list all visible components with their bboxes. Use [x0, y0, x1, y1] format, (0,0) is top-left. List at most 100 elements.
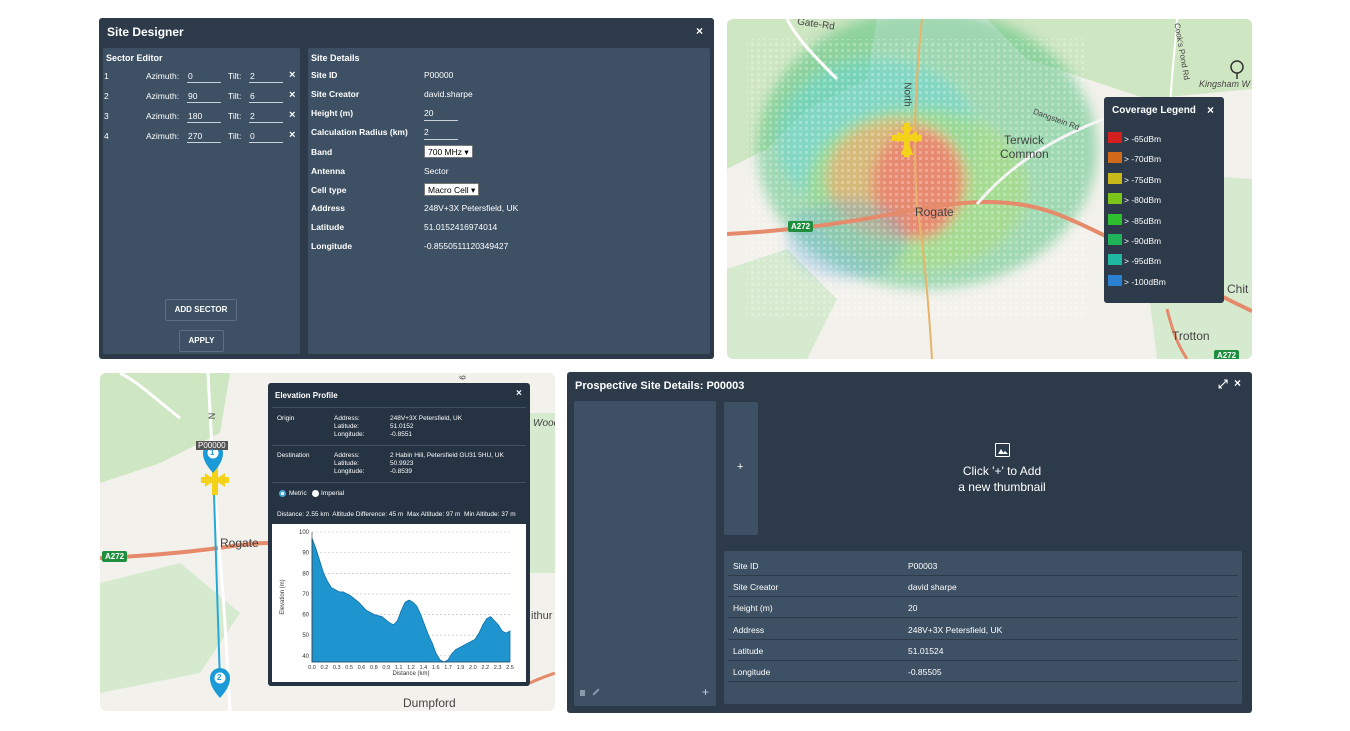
site-detail-value: -0.8550511120349427 [424, 241, 509, 251]
site-designer-close-button[interactable]: × [696, 24, 703, 38]
x-tick-label: 2.5 [506, 665, 514, 671]
x-tick-label: 0.9 [382, 665, 390, 671]
prospective-detail-row: Latitude 51.01524 [728, 640, 1238, 661]
site-detail-key: Site ID [311, 70, 338, 80]
legend-label: > -100dBm [1124, 276, 1166, 287]
select-value: 700 MHz [428, 147, 463, 157]
site-detail-key: Calculation Radius (km) [311, 127, 408, 137]
map-label-north: North [901, 82, 913, 107]
legend-swatch [1108, 193, 1122, 205]
map-label-rogate: Rogate [220, 536, 259, 550]
empty-thumbnail-subtitle: a new thumbnail [958, 480, 1046, 494]
imperial-radio[interactable] [312, 490, 319, 497]
add-thumbnail-plus: + [737, 461, 744, 473]
site-detail-row: Calculation Radius (km) 2 [311, 124, 706, 142]
site-detail-key: Latitude [311, 222, 345, 232]
x-tick-label: 0.8 [370, 665, 378, 671]
metric-label: Metric [289, 490, 307, 497]
site-detail-key: Longitude [311, 241, 353, 251]
tilt-input[interactable]: 0 [249, 129, 283, 143]
pencil-icon[interactable] [592, 688, 600, 696]
add-thumbnail-button[interactable]: + [724, 402, 758, 535]
legend-label: > -85dBm [1124, 215, 1162, 226]
prospective-close-button[interactable]: × [1234, 376, 1241, 390]
legend-label: > -75dBm [1124, 174, 1162, 185]
sector-number: 4 [104, 131, 109, 141]
destination-lat: 50.9923 [390, 460, 414, 467]
site-detail-input[interactable]: 2 [424, 124, 458, 140]
azimuth-input[interactable]: 0 [187, 69, 221, 83]
site-detail-row: Cell type Macro Cell ▾ [311, 182, 706, 200]
thumbnail-list-add-button[interactable]: + [702, 685, 709, 699]
road-badge-a272: A272 [102, 551, 128, 562]
legend-swatch [1108, 254, 1122, 266]
legend-label: > -90dBm [1124, 236, 1162, 246]
expand-icon[interactable]: ⤢ [1218, 377, 1228, 392]
x-tick-label: 1.6 [432, 665, 440, 671]
origin-label: Origin [277, 415, 295, 422]
site-detail-input[interactable]: 20 [424, 105, 458, 121]
remove-sector-button[interactable]: × [289, 89, 295, 101]
tilt-input[interactable]: 2 [249, 69, 283, 83]
prospective-detail-row: Address 248V+3X Petersfield, UK [728, 619, 1238, 640]
cell-type-select[interactable]: Macro Cell ▾ [424, 183, 480, 196]
elevation-close-button[interactable]: × [516, 388, 522, 399]
metric-radio[interactable] [279, 490, 286, 497]
x-tick-label: 0.0 [308, 665, 316, 671]
x-tick-label: 0.3 [333, 665, 341, 671]
map-label-ithur: ithur [531, 610, 553, 622]
band-select[interactable]: 700 MHz ▾ [424, 145, 473, 158]
origin-lat: 51.0152 [390, 423, 414, 430]
azimuth-input[interactable]: 90 [187, 89, 221, 103]
azimuth-label: Azimuth: [146, 91, 180, 101]
add-sector-button[interactable]: ADD SECTOR [165, 299, 237, 321]
map-label-kingsham: Kingsham W [1199, 79, 1251, 89]
sector-editor-panel: Sector Editor 1 Azimuth: 0 Tilt: 2 × 2 Azimuth:… [103, 48, 300, 354]
y-tick-label: 40 [302, 654, 309, 660]
sector-row: 3 Azimuth: 180 Tilt: 2 × [103, 107, 300, 127]
azimuth-input[interactable]: 270 [187, 129, 221, 143]
remove-sector-button[interactable]: × [289, 129, 295, 141]
site-designer-title: Site Designer [107, 25, 184, 39]
remove-sector-button[interactable]: × [289, 109, 295, 121]
destination-lat-key: Latitude: [334, 460, 359, 467]
apply-button[interactable]: APPLY [179, 330, 224, 352]
tilt-input[interactable]: 6 [249, 89, 283, 103]
prospective-detail-key: Site Creator [733, 582, 779, 593]
site-detail-key: Site Creator [311, 89, 360, 99]
azimuth-label: Azimuth: [146, 111, 180, 121]
site-detail-key: Height (m) [311, 108, 354, 118]
x-tick-label: 1.9 [457, 665, 465, 671]
y-tick-label: 50 [302, 633, 309, 639]
road-badge-a272-2: A272 [1214, 350, 1240, 359]
prospective-detail-key: Address [733, 624, 765, 635]
prospective-detail-key: Latitude [733, 645, 764, 656]
site-detail-key: Band [311, 147, 333, 157]
destination-lon: -0.8539 [390, 468, 413, 475]
coverage-legend-title: Coverage Legend [1112, 105, 1196, 116]
remove-sector-button[interactable]: × [289, 69, 295, 81]
origin-address: 248V+3X Petersfield, UK [390, 415, 463, 422]
site-antenna-icon[interactable] [201, 467, 229, 495]
prospective-detail-row: Longitude -0.85505 [728, 661, 1238, 682]
y-tick-label: 100 [299, 530, 310, 536]
sector-row: 2 Azimuth: 90 Tilt: 6 × [103, 87, 300, 107]
sector-number: 1 [104, 71, 109, 81]
sector-row: 4 Azimuth: 270 Tilt: 0 × [103, 127, 300, 147]
y-tick-label: 90 [302, 551, 309, 557]
tilt-input[interactable]: 2 [249, 109, 283, 123]
prospective-detail-value: david sharpe [908, 582, 957, 593]
select-value: Macro Cell [428, 185, 469, 195]
site-detail-value: P00000 [424, 70, 454, 80]
y-axis-label: Elevation (m) [280, 579, 286, 614]
site-detail-key: Address [311, 203, 346, 213]
trash-icon[interactable] [580, 690, 585, 696]
legend-swatch [1108, 172, 1122, 184]
azimuth-input[interactable]: 180 [187, 109, 221, 123]
prospective-detail-value: -0.85505 [908, 667, 942, 677]
image-icon [995, 443, 1010, 457]
legend-label: > -65dBm [1124, 134, 1162, 144]
coverage-legend-close-button[interactable]: × [1207, 103, 1214, 117]
x-tick-label: 2.2 [481, 665, 489, 671]
prospective-detail-value: 51.01524 [908, 645, 944, 656]
